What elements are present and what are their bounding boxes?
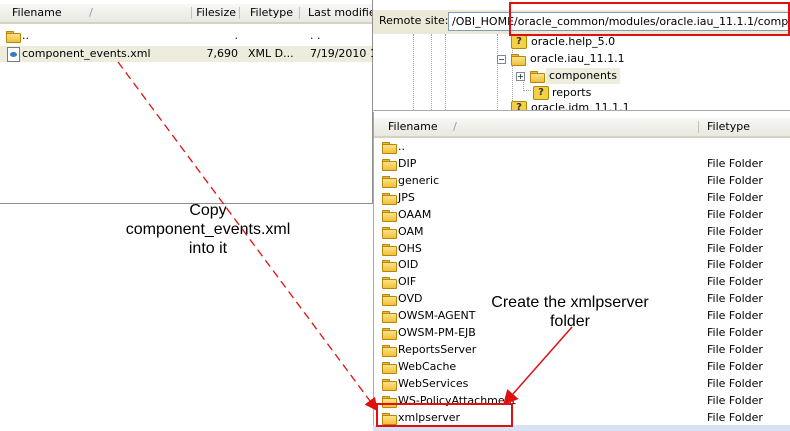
annotation-arrows <box>117 61 573 412</box>
copy-arrow <box>117 61 378 412</box>
create-arrow <box>503 326 573 406</box>
